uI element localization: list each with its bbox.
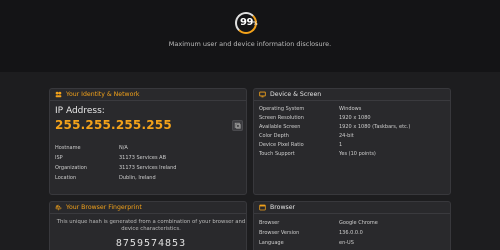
identity-card-header: Your Identity & Network bbox=[50, 89, 246, 101]
browser-row-key: Browser bbox=[259, 220, 280, 226]
device-row-key: Operating System bbox=[259, 106, 305, 112]
identity-card: Your Identity & Network IP Address: 255.… bbox=[49, 88, 247, 195]
user-network-icon bbox=[55, 91, 62, 98]
browser-card-title: Browser bbox=[270, 204, 296, 211]
identity-row-value: N/A bbox=[119, 145, 128, 151]
device-row-value: 1920 x 1080 bbox=[339, 115, 371, 121]
copy-icon bbox=[234, 122, 241, 129]
fingerprint-hash: 8759574853 bbox=[115, 238, 187, 249]
ip-label: IP Address: bbox=[55, 106, 105, 116]
browser-row-key: Language bbox=[259, 240, 284, 246]
browser-card-header: Browser bbox=[254, 202, 450, 214]
device-row-key: Color Depth bbox=[259, 133, 289, 139]
device-row-value: 24-bit bbox=[339, 133, 354, 139]
device-row-key: Device Pixel Ratio bbox=[259, 142, 304, 148]
device-row-value: 1920 x 1080 (Taskbars, etc.) bbox=[339, 124, 411, 130]
hero-header: 99% Maximum user and device information … bbox=[0, 0, 500, 72]
identity-row-value: 31173 Services AB bbox=[119, 155, 167, 161]
fingerprint-card-title: Your Browser Fingerprint bbox=[66, 204, 142, 211]
identity-card-title: Your Identity & Network bbox=[66, 91, 140, 98]
device-card-header: Device & Screen bbox=[254, 89, 450, 101]
device-row-value: 1 bbox=[339, 142, 343, 148]
browser-card: Browser Browser Google Chrome Browser Ve… bbox=[253, 201, 451, 250]
identity-row-key: Location bbox=[55, 175, 77, 181]
browser-row-value: en-US bbox=[339, 240, 354, 246]
device-row-key: Available Screen bbox=[259, 124, 301, 130]
device-row-value: Yes (10 points) bbox=[339, 151, 376, 157]
browser-row-value: Google Chrome bbox=[339, 220, 378, 226]
identity-row-value: 31173 Services Ireland bbox=[119, 165, 177, 171]
fingerprint-description: This unique hash is generated from a com… bbox=[56, 219, 246, 232]
identity-row-key: Hostname bbox=[55, 145, 81, 151]
identity-row-key: Organization bbox=[55, 165, 87, 171]
copy-ip-button[interactable] bbox=[232, 120, 243, 131]
fingerprint-icon bbox=[55, 204, 62, 211]
identity-row-key: ISP bbox=[55, 155, 63, 161]
browser-row-key: Browser Version bbox=[259, 230, 300, 236]
device-card: Device & Screen Operating System Windows… bbox=[253, 88, 451, 195]
site-logo[interactable]: 99% bbox=[235, 12, 263, 36]
browser-window-icon bbox=[259, 204, 266, 211]
monitor-icon bbox=[259, 91, 266, 98]
device-row-value: Windows bbox=[339, 106, 362, 112]
fingerprint-card-header: Your Browser Fingerprint bbox=[50, 202, 246, 214]
device-row-key: Screen Resolution bbox=[259, 115, 304, 121]
device-row-key: Touch Support bbox=[259, 151, 295, 157]
ip-value: 255.255.255.255 bbox=[55, 118, 172, 132]
device-card-title: Device & Screen bbox=[270, 91, 322, 98]
browser-row-value: 136.0.0.0 bbox=[339, 230, 363, 236]
identity-row-value: Dublin, Ireland bbox=[119, 175, 156, 181]
logo-text: 99% bbox=[240, 17, 258, 28]
tagline: Maximum user and device information disc… bbox=[168, 40, 332, 48]
fingerprint-card: Your Browser Fingerprint This unique has… bbox=[49, 201, 247, 250]
